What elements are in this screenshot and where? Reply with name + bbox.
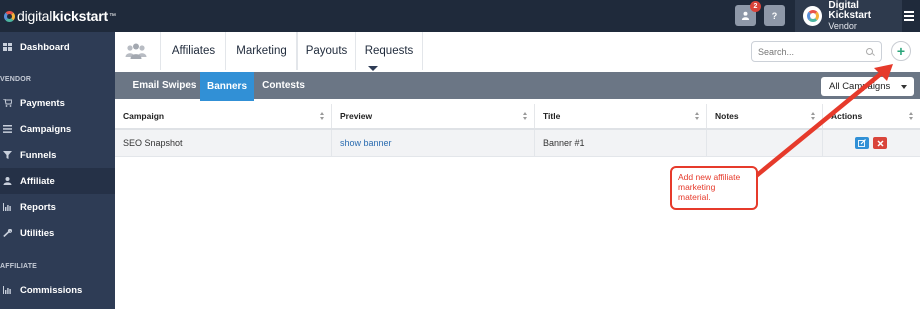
chevron-down-icon bbox=[901, 85, 907, 89]
sidebar-item-label: Utilities bbox=[20, 227, 55, 239]
sidebar-item-label: Dashboard bbox=[20, 41, 70, 53]
sidebar-item-payments[interactable]: Payments bbox=[0, 90, 115, 116]
edit-button[interactable] bbox=[855, 137, 869, 149]
logo-text-bold: kickstart bbox=[52, 8, 108, 24]
people-icon bbox=[125, 43, 147, 59]
bar-chart-icon bbox=[3, 203, 12, 211]
column-header-notes[interactable]: Notes bbox=[707, 104, 823, 128]
top-bar: digital kickstart ™ 2 ? Digital Kickstart … bbox=[0, 0, 920, 32]
delete-button[interactable] bbox=[873, 137, 887, 149]
column-header-label: Title bbox=[543, 111, 561, 121]
sidebar-item-campaigns[interactable]: Campaigns bbox=[0, 116, 115, 142]
cell-actions bbox=[823, 130, 920, 156]
cart-icon bbox=[3, 99, 12, 107]
search-box[interactable] bbox=[751, 41, 882, 62]
sort-icon[interactable] bbox=[320, 112, 325, 120]
column-header-label: Notes bbox=[715, 111, 739, 121]
tab-marketing[interactable]: Marketing bbox=[225, 32, 298, 70]
sort-icon[interactable] bbox=[695, 112, 700, 120]
dashboard-icon bbox=[3, 43, 12, 51]
search-icon[interactable] bbox=[866, 48, 873, 55]
sidebar-item-label: Payments bbox=[20, 97, 65, 109]
edit-icon bbox=[858, 139, 866, 147]
cell-campaign: SEO Snapshot bbox=[115, 130, 332, 156]
user-icon bbox=[3, 177, 12, 185]
sub-nav: Email Swipes Banners Contests All Campai… bbox=[115, 72, 920, 101]
close-icon bbox=[876, 139, 884, 147]
bar-chart-icon bbox=[3, 286, 12, 294]
tab-payouts[interactable]: Payouts bbox=[296, 32, 356, 70]
help-button[interactable]: ? bbox=[764, 5, 785, 26]
sidebar-item-funnels[interactable]: Funnels bbox=[0, 142, 115, 168]
sidebar-item-label: Reports bbox=[20, 201, 56, 213]
user-role: Vendor bbox=[828, 21, 857, 31]
column-header-label: Actions bbox=[831, 111, 863, 121]
sort-icon[interactable] bbox=[523, 112, 528, 120]
logo-trademark: ™ bbox=[108, 12, 116, 20]
sidebar-item-label: Commissions bbox=[20, 284, 83, 296]
column-header-title[interactable]: Title bbox=[535, 104, 707, 128]
sidebar-item-label: Affiliate bbox=[20, 175, 55, 187]
sidebar-item-label: Campaigns bbox=[20, 123, 72, 135]
sidebar-item-commissions[interactable]: Commissions bbox=[0, 277, 115, 303]
sidebar-item-affiliate[interactable]: Affiliate bbox=[0, 168, 115, 194]
sidebar: Dashboard VENDOR Payments Campaigns Funn… bbox=[0, 32, 115, 309]
show-banner-link[interactable]: show banner bbox=[332, 130, 535, 156]
wrench-icon bbox=[3, 229, 12, 237]
column-header-actions[interactable]: Actions bbox=[823, 104, 920, 128]
tab-requests[interactable]: Requests bbox=[355, 32, 423, 70]
funnel-icon bbox=[3, 151, 12, 159]
campaign-filter-dropdown[interactable]: All Campaigns bbox=[821, 77, 914, 96]
sidebar-item-label: Funnels bbox=[20, 149, 57, 161]
logo-text-light: digital bbox=[17, 8, 53, 24]
annotation-callout: Add new affiliate marketing material. bbox=[670, 166, 758, 210]
brand-logo-icon bbox=[806, 10, 819, 22]
logo[interactable]: digital kickstart ™ bbox=[4, 6, 116, 26]
add-marketing-material-button[interactable]: + bbox=[891, 41, 911, 61]
table-row: SEO Snapshot show banner Banner #1 bbox=[115, 130, 920, 157]
campaign-filter-value: All Campaigns bbox=[829, 81, 891, 92]
column-header-label: Preview bbox=[340, 111, 373, 121]
user-name: Digital Kickstart bbox=[828, 0, 872, 21]
tab-bar: Affiliates Marketing Payouts Requests + bbox=[115, 32, 920, 72]
column-header-campaign[interactable]: Campaign bbox=[115, 104, 332, 128]
column-header-label: Campaign bbox=[123, 111, 165, 121]
sidebar-item-dashboard[interactable]: Dashboard bbox=[0, 34, 115, 60]
user-icon bbox=[741, 11, 750, 20]
cell-notes bbox=[707, 130, 823, 156]
column-header-preview[interactable]: Preview bbox=[332, 104, 535, 128]
active-tab-indicator bbox=[368, 66, 378, 71]
sidebar-item-reports[interactable]: Reports bbox=[0, 194, 115, 220]
subtab-email-swipes[interactable]: Email Swipes bbox=[124, 72, 205, 99]
tab-affiliates[interactable]: Affiliates bbox=[160, 32, 226, 70]
sort-icon[interactable] bbox=[811, 112, 816, 120]
sort-icon[interactable] bbox=[909, 112, 914, 120]
avatar bbox=[803, 6, 823, 26]
list-icon bbox=[3, 125, 12, 133]
user-info: Digital Kickstart Vendor bbox=[828, 0, 902, 32]
logo-mark-icon bbox=[4, 10, 15, 22]
subtab-banners[interactable]: Banners bbox=[200, 72, 254, 101]
notification-badge: 2 bbox=[750, 1, 761, 12]
sidebar-section-vendor: VENDOR bbox=[0, 76, 32, 83]
cell-title: Banner #1 bbox=[535, 130, 707, 156]
sidebar-section-affiliate: AFFILIATE bbox=[0, 263, 38, 270]
hamburger-menu-icon[interactable] bbox=[904, 11, 914, 21]
search-input[interactable] bbox=[752, 42, 881, 61]
user-menu[interactable]: Digital Kickstart Vendor bbox=[795, 0, 902, 32]
sidebar-item-utilities[interactable]: Utilities bbox=[0, 220, 115, 246]
subtab-contests[interactable]: Contests bbox=[258, 72, 309, 99]
